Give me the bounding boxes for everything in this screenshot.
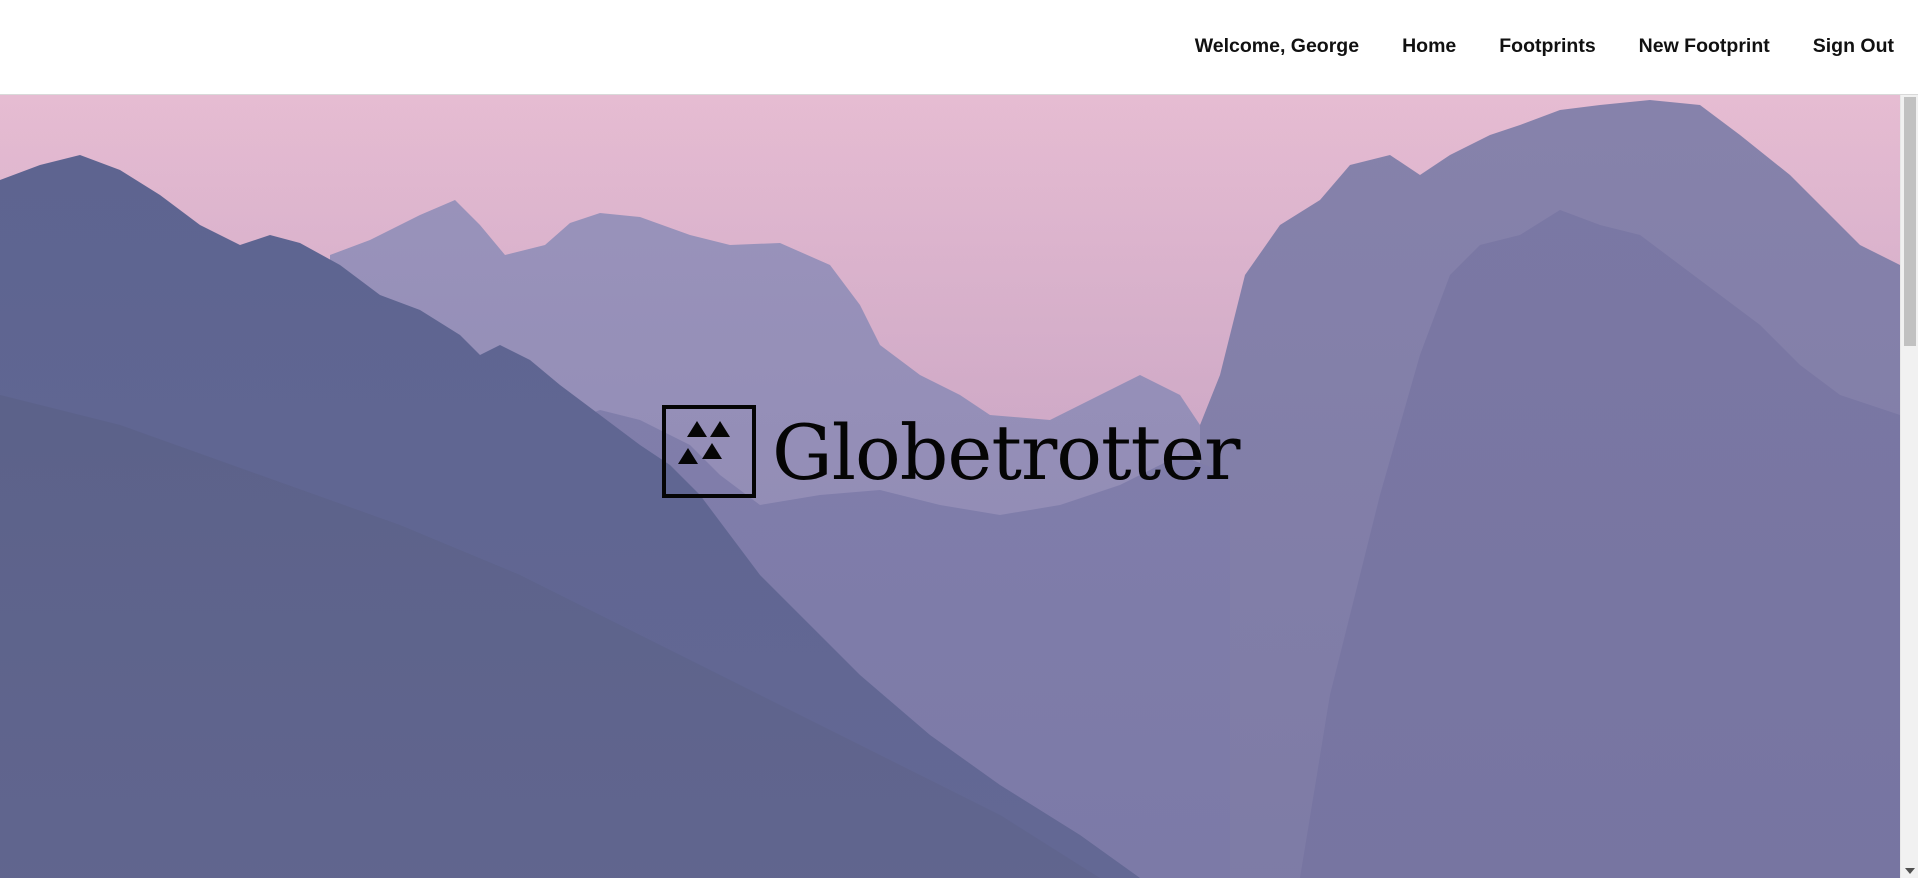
nav-link-home[interactable]: Home	[1402, 35, 1456, 58]
nav-links: Welcome, George Home Footprints New Foot…	[1195, 0, 1894, 92]
nav-link-sign-out[interactable]: Sign Out	[1813, 35, 1894, 58]
triangles-logo-icon	[662, 404, 756, 498]
scrollbar-thumb[interactable]	[1904, 97, 1916, 346]
top-navbar: Welcome, George Home Footprints New Foot…	[0, 0, 1918, 95]
hero-banner: Globetrotter	[0, 95, 1900, 878]
nav-link-new-footprint[interactable]: New Footprint	[1639, 35, 1770, 58]
brand-name: Globetrotter	[772, 408, 1240, 497]
welcome-message: Welcome, George	[1194, 34, 1360, 57]
scroll-down-arrow-icon[interactable]	[1905, 868, 1915, 874]
vertical-scrollbar[interactable]	[1900, 95, 1918, 878]
brand-logo[interactable]: Globetrotter	[662, 403, 1240, 499]
nav-link-footprints[interactable]: Footprints	[1499, 35, 1595, 58]
